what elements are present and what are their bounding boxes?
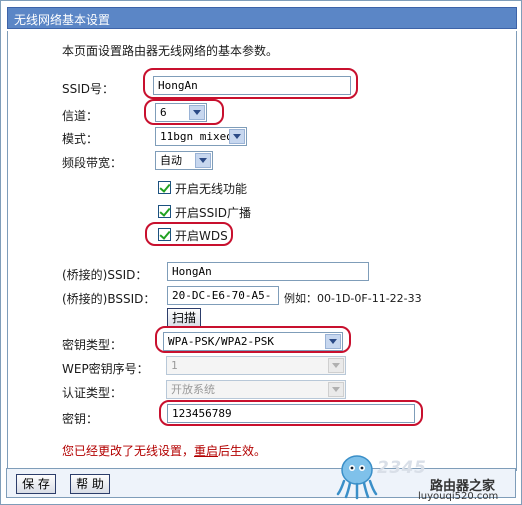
restart-link[interactable]: 重启	[194, 444, 218, 458]
ssid-label: SSID号：	[62, 82, 115, 96]
watermark-url: luyouqi520.com	[418, 491, 499, 502]
ssid-input[interactable]: HongAn	[153, 76, 351, 95]
bandwidth-label: 频段带宽：	[62, 156, 123, 170]
chevron-down-icon	[328, 358, 344, 373]
enable-wds-checkbox[interactable]	[158, 228, 171, 241]
mode-label: 模式：	[62, 132, 99, 146]
watermark-brand: 2345	[377, 458, 427, 478]
key-type-label: 密钥类型：	[62, 338, 123, 352]
enable-wireless-checkbox[interactable]	[158, 181, 171, 194]
bandwidth-value: 自动	[160, 154, 182, 167]
channel-label: 信道：	[62, 109, 99, 123]
wep-index-value: 1	[171, 359, 178, 372]
title-bar: 无线网络基本设置	[7, 7, 517, 29]
enable-ssid-broadcast-label: 开启SSID广播	[175, 206, 252, 220]
bridged-bssid-label: (桥接的)BSSID：	[62, 292, 156, 306]
save-button[interactable]: 保 存	[16, 474, 56, 494]
bridged-ssid-input[interactable]: HongAn	[167, 262, 369, 281]
intro-text: 本页面设置路由器无线网络的基本参数。	[62, 44, 279, 58]
enable-wireless-label: 开启无线功能	[175, 182, 248, 196]
bssid-example-text: 例如：00-1D-0F-11-22-33	[284, 292, 422, 305]
watermark: 2345 路由器之家 luyouqi520.com	[330, 448, 520, 503]
help-button[interactable]: 帮 助	[70, 474, 110, 494]
enable-ssid-broadcast-checkbox[interactable]	[158, 205, 171, 218]
warning-suffix: 后生效。	[218, 444, 267, 458]
octopus-mascot-icon	[336, 455, 378, 500]
chevron-down-icon	[328, 382, 344, 397]
key-label: 密钥：	[62, 412, 99, 426]
mode-select[interactable]: 11bgn mixed	[155, 127, 247, 146]
bridged-ssid-label: (桥接的)SSID：	[62, 268, 148, 282]
mode-value: 11bgn mixed	[160, 130, 233, 143]
key-type-value: WPA-PSK/WPA2-PSK	[168, 335, 274, 348]
bandwidth-select[interactable]: 自动	[155, 151, 213, 170]
scan-button[interactable]: 扫描	[167, 308, 201, 328]
chevron-down-icon	[325, 334, 341, 349]
wep-index-label: WEP密钥序号：	[62, 362, 149, 376]
restart-warning: 您已经更改了无线设置，重启后生效。	[62, 442, 266, 459]
window-title: 无线网络基本设置	[14, 13, 111, 27]
warning-prefix: 您已经更改了无线设置，	[62, 444, 195, 458]
channel-select[interactable]: 6	[155, 103, 207, 122]
auth-type-label: 认证类型：	[62, 386, 123, 400]
wep-index-select: 1	[166, 356, 346, 375]
key-type-select[interactable]: WPA-PSK/WPA2-PSK	[163, 332, 343, 351]
key-input[interactable]: 123456789	[167, 404, 415, 423]
auth-type-select: 开放系统	[166, 380, 346, 399]
bridged-bssid-input[interactable]: 20-DC-E6-70-A5-9C	[167, 286, 279, 305]
channel-value: 6	[160, 106, 167, 119]
chevron-down-icon	[229, 129, 245, 144]
auth-type-value: 开放系统	[171, 383, 215, 396]
chevron-down-icon	[189, 105, 205, 120]
enable-wds-label: 开启WDS	[175, 229, 228, 243]
chevron-down-icon	[195, 153, 211, 168]
